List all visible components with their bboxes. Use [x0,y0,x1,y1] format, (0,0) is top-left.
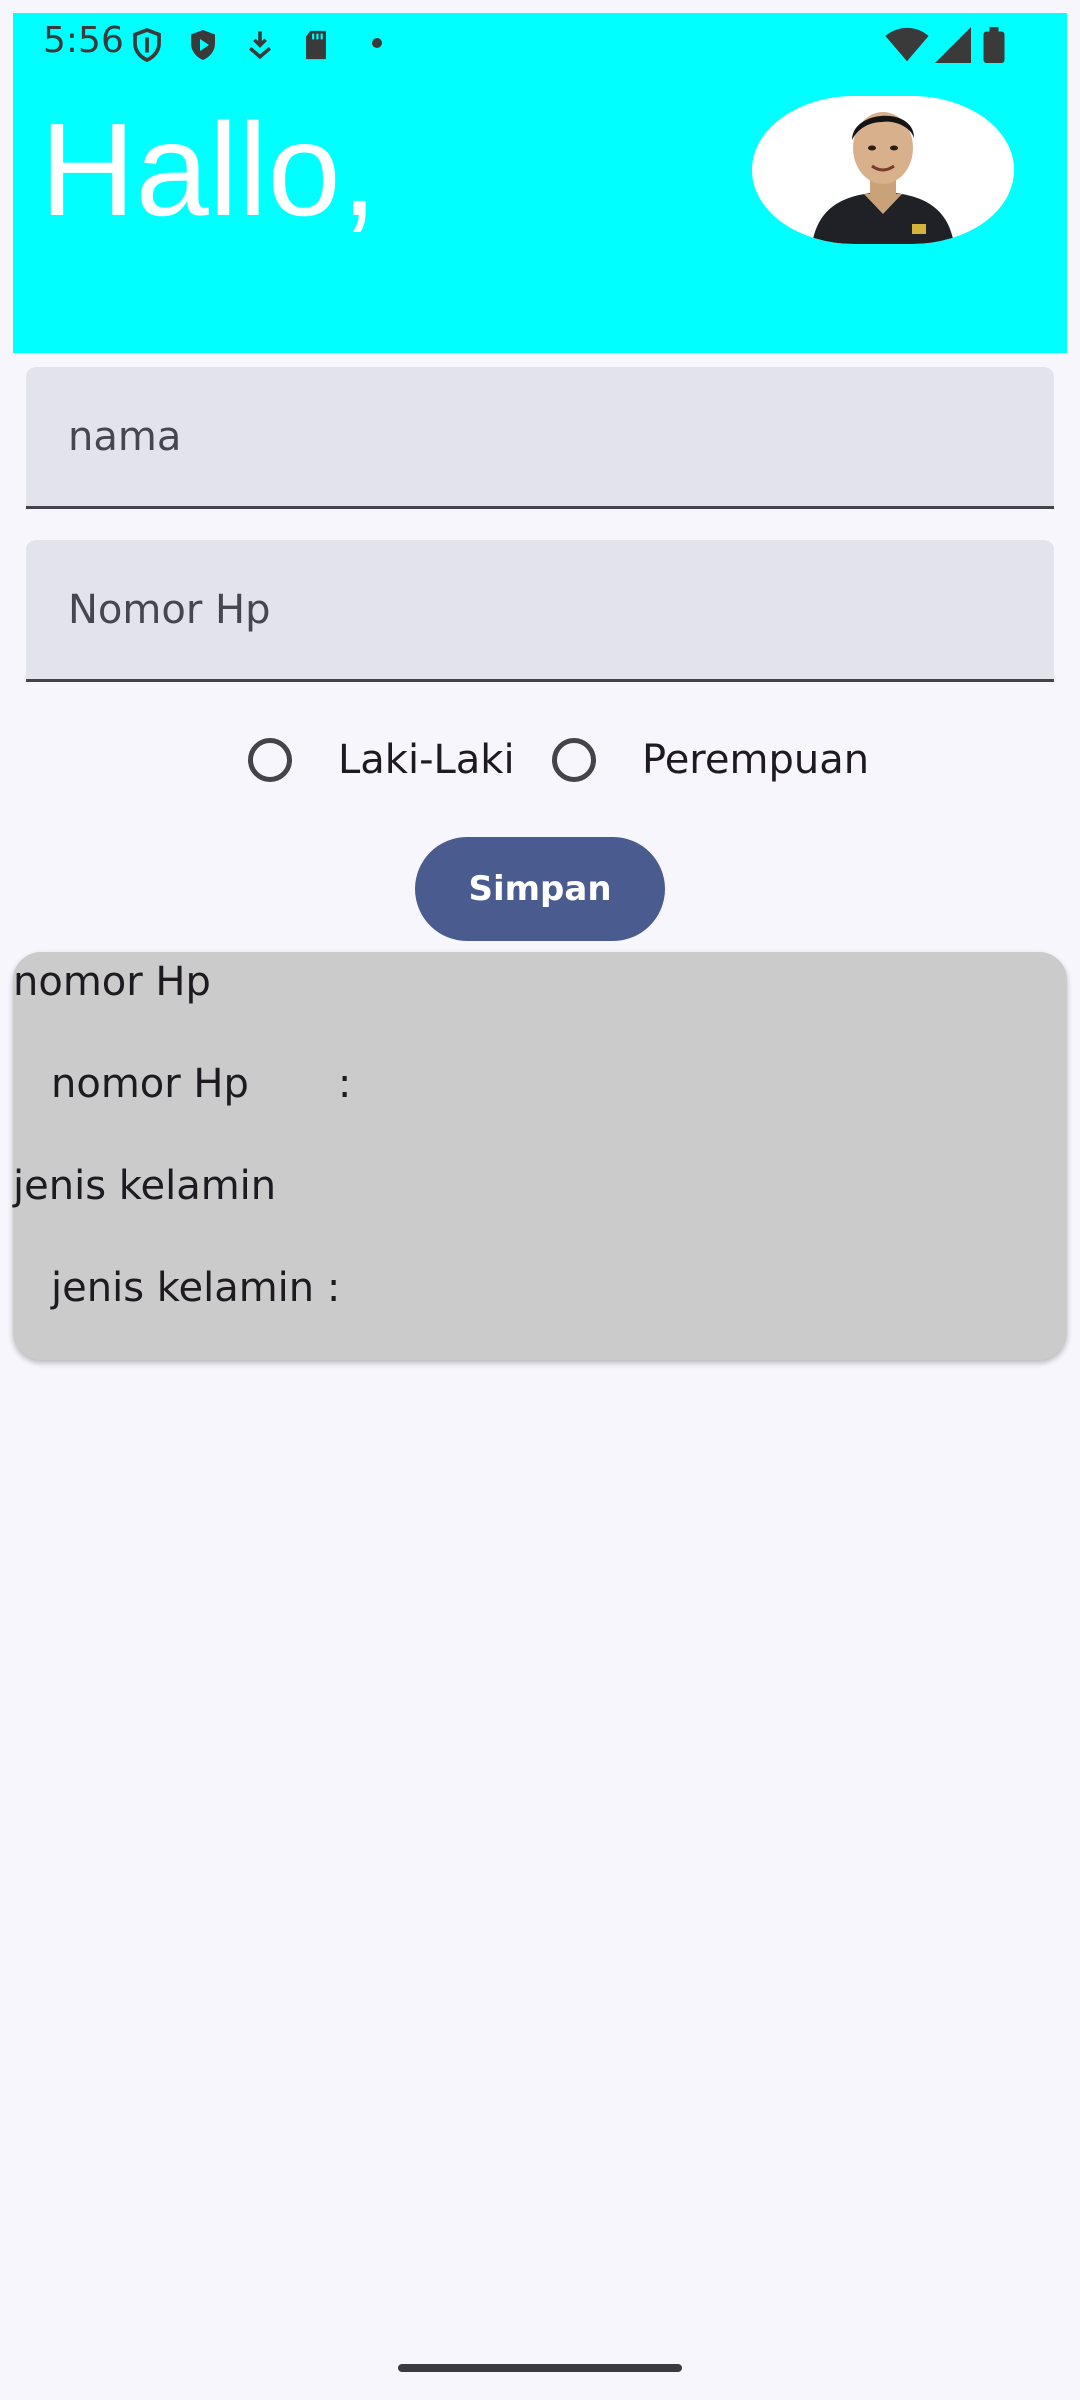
radio-label-perempuan: Perempuan [642,737,870,783]
radio-button[interactable] [248,738,292,782]
radio-button[interactable] [552,738,596,782]
phone-row: nomor Hp : [51,1061,352,1107]
status-bar: 5:56 [13,13,1067,63]
status-time: 5:56 [43,20,124,61]
name-field[interactable] [26,367,1054,509]
phone-input[interactable] [26,540,1054,679]
profile-avatar[interactable] [752,96,1014,244]
greeting-title: Hallo, [40,96,378,243]
name-input[interactable] [26,367,1054,506]
person-photo [752,96,1014,244]
radio-label-laki-laki: Laki-Laki [338,737,515,783]
wifi-icon [885,27,929,62]
result-card: nomor Hp nomor Hp : jenis kelamin jenis … [13,952,1067,1360]
dot-icon [372,38,382,48]
save-button[interactable]: Simpan [415,837,665,941]
phone-title: nomor Hp [13,959,211,1005]
phone-field[interactable] [26,540,1054,682]
download-icon [248,31,272,60]
radio-laki-laki[interactable]: Laki-Laki [248,737,528,788]
navigation-handle[interactable] [398,2364,682,2372]
shield-outline-icon [133,27,161,63]
radio-perempuan[interactable]: Perempuan [552,737,892,788]
gender-row: jenis kelamin : [51,1265,341,1311]
battery-icon [983,27,1005,63]
play-shield-icon [191,30,215,60]
gender-title: jenis kelamin [13,1163,277,1209]
sd-card-icon [306,30,326,60]
cell-signal-icon [935,27,971,63]
